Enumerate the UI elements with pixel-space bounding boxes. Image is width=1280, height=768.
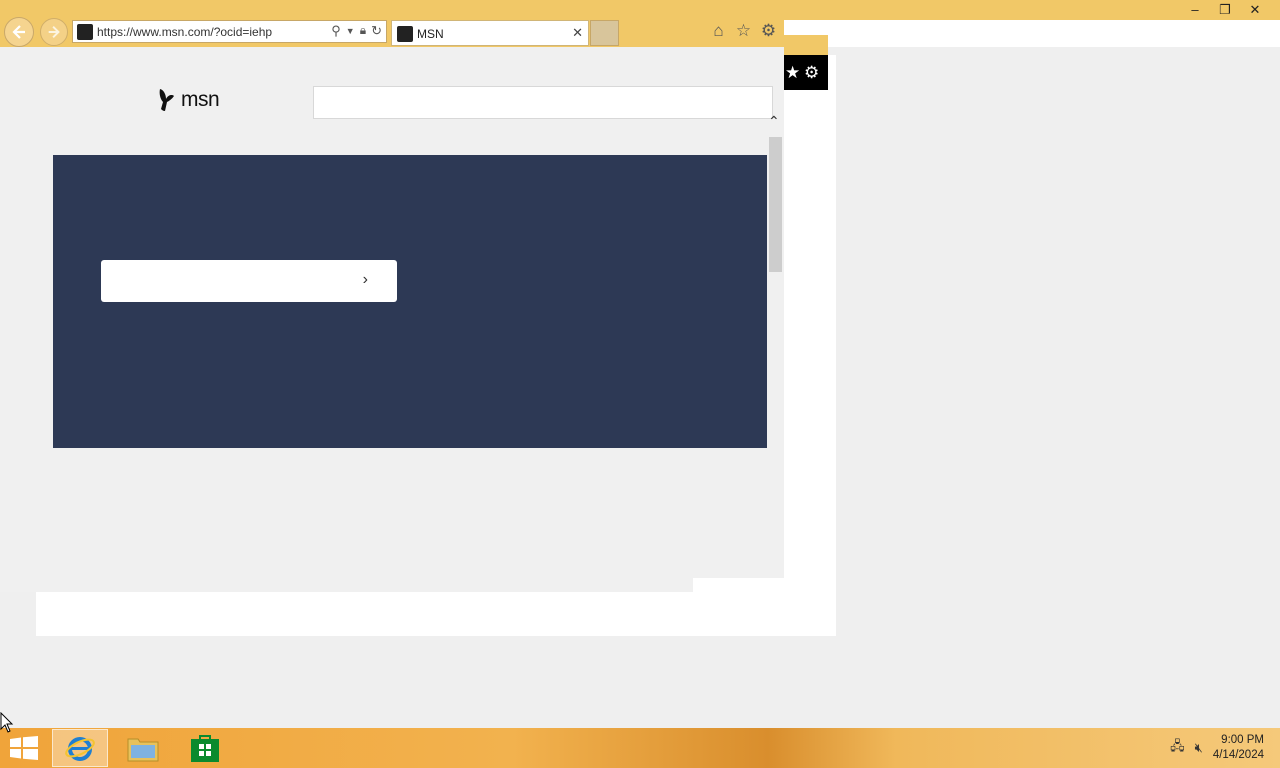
tab-msn[interactable]: MSN ✕ xyxy=(391,20,589,46)
internet-explorer-icon xyxy=(65,737,95,761)
tab-title: MSN xyxy=(417,27,444,41)
address-bar-icons: ⚲ ▼ 🔒︎ ↻ xyxy=(331,23,382,39)
dropdown-icon[interactable]: ▼ xyxy=(346,23,355,39)
settings-gear-icon[interactable]: ⚙ xyxy=(759,20,778,42)
refresh-icon[interactable]: ↻ xyxy=(371,23,382,39)
right-panel xyxy=(784,55,836,636)
floating-toolbar: ★ ⚙ xyxy=(784,55,828,90)
arrow-left-icon xyxy=(12,25,25,39)
browser-toolbar: ⌂ ☆ ⚙ xyxy=(709,20,778,42)
lock-icon[interactable]: 🔒︎ xyxy=(360,23,366,39)
favorites-star-icon[interactable]: ☆ xyxy=(734,20,753,42)
msn-favicon-icon xyxy=(77,24,93,40)
gear-icon[interactable]: ⚙ xyxy=(804,63,819,83)
page-viewport: msn › ⌃ ⌄ xyxy=(0,47,784,592)
scroll-up-icon[interactable]: ⌃ xyxy=(768,113,780,130)
msn-logo[interactable]: msn xyxy=(157,87,220,113)
clock-time: 9:00 PM xyxy=(1221,734,1264,746)
hero-banner: › xyxy=(53,155,767,448)
clock[interactable]: 9:00 PM 4/14/2024 xyxy=(1213,733,1264,763)
msn-logo-text: msn xyxy=(181,88,220,111)
page-footer-block xyxy=(693,578,784,592)
start-button[interactable] xyxy=(10,736,38,760)
clock-date: 4/14/2024 xyxy=(1212,749,1264,761)
minimize-button[interactable]: – xyxy=(1180,0,1210,20)
taskbar-store[interactable] xyxy=(177,729,233,767)
arrow-right-icon xyxy=(48,25,60,39)
search-icon[interactable]: ⚲ xyxy=(331,23,341,39)
back-button[interactable] xyxy=(4,17,34,47)
scrollbar-thumb[interactable] xyxy=(769,137,782,272)
forward-button[interactable] xyxy=(40,18,68,46)
msn-butterfly-icon xyxy=(159,89,174,111)
store-icon xyxy=(191,735,219,762)
address-bar[interactable]: https://www.msn.com/?ocid=iehp ⚲ ▼ 🔒︎ ↻ xyxy=(72,20,387,43)
home-icon[interactable]: ⌂ xyxy=(709,20,728,42)
close-window-button[interactable]: ✕ xyxy=(1240,0,1270,20)
mouse-cursor-icon xyxy=(0,712,14,733)
new-tab-button[interactable] xyxy=(590,20,619,46)
windows-logo-icon xyxy=(10,736,38,760)
volume-muted-icon[interactable]: 🔇︎ xyxy=(1195,740,1203,756)
tab-close-icon[interactable]: ✕ xyxy=(572,25,583,41)
msn-favicon-icon xyxy=(397,26,413,42)
taskbar-internet-explorer[interactable] xyxy=(52,729,108,767)
window-controls: – ❐ ✕ xyxy=(1180,0,1270,20)
restore-button[interactable]: ❐ xyxy=(1210,0,1240,20)
bottom-panel xyxy=(36,592,836,636)
hero-cta-button[interactable]: › xyxy=(101,260,397,302)
system-tray: 🖧︎ 🔇︎ 9:00 PM 4/14/2024 xyxy=(1170,728,1280,768)
url-text[interactable]: https://www.msn.com/?ocid=iehp xyxy=(97,25,272,39)
search-input[interactable] xyxy=(313,86,773,119)
chevron-right-icon: › xyxy=(362,271,368,288)
toolbar-background xyxy=(784,20,1280,47)
taskbar: 🖧︎ 🔇︎ 9:00 PM 4/14/2024 xyxy=(0,728,1280,768)
taskbar-file-explorer[interactable] xyxy=(115,729,171,767)
panel-header-accent xyxy=(784,35,828,55)
network-icon[interactable]: 🖧︎ xyxy=(1170,737,1185,759)
folder-icon xyxy=(127,738,159,762)
star-icon[interactable]: ★ xyxy=(785,63,800,83)
